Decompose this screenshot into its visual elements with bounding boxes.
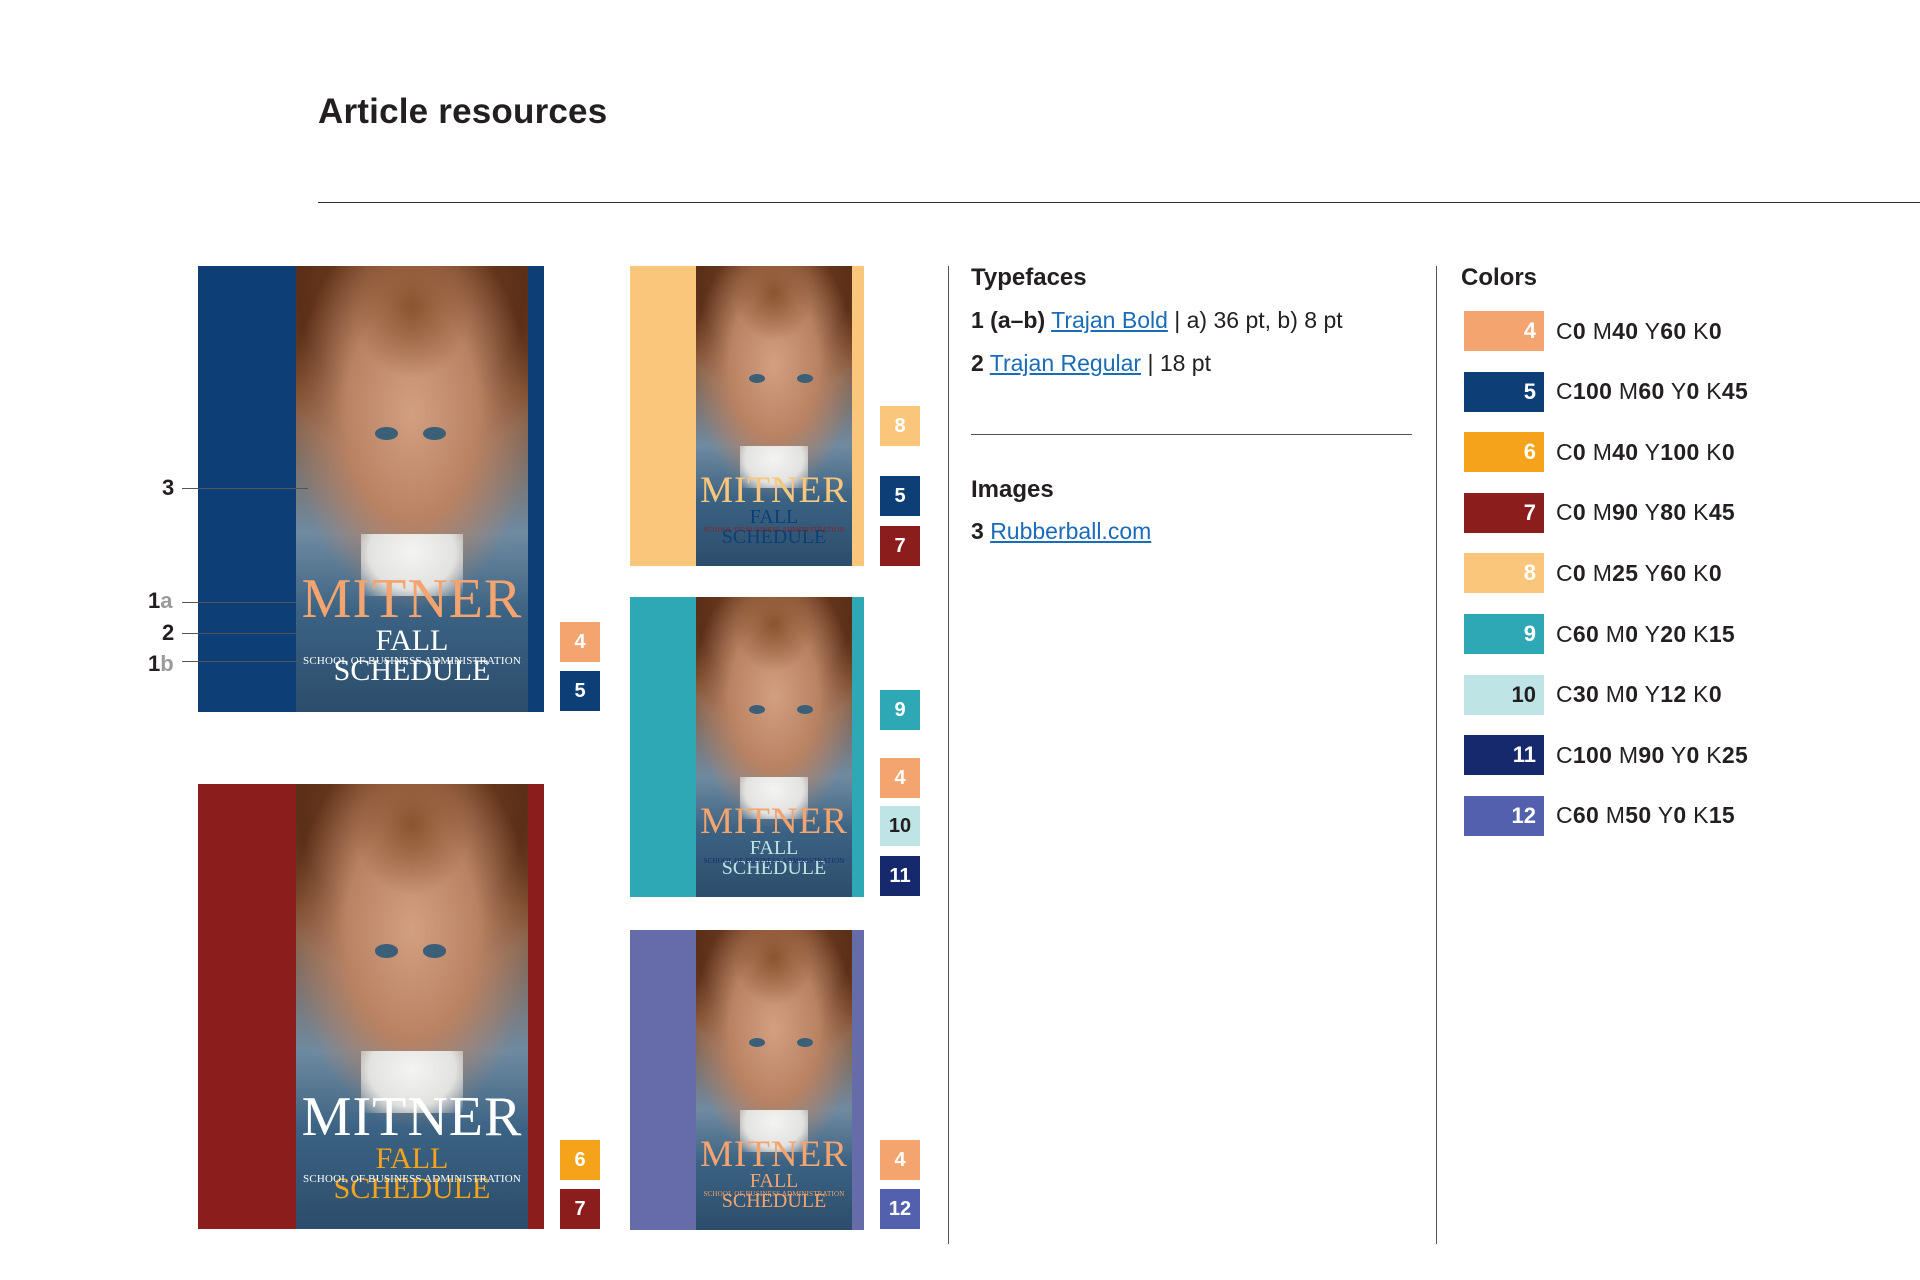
color-row: 6 C0 M40 Y100 K0 <box>1464 432 1735 473</box>
color-swatch-4: 4 <box>560 622 600 662</box>
cmyk-values: C100 M90 Y0 K25 <box>1556 741 1749 768</box>
callout-leader <box>182 602 296 603</box>
cmyk-values: C30 M0 Y12 K0 <box>1556 681 1722 708</box>
callout-1b: 1b <box>148 651 174 676</box>
colors-heading: Colors <box>1461 264 1538 291</box>
color-swatch: 6 <box>1464 432 1544 473</box>
color-swatch-4: 4 <box>880 758 920 798</box>
color-swatch-7: 7 <box>880 526 920 566</box>
column-divider <box>948 266 949 1244</box>
color-swatch-6: 6 <box>560 1140 600 1180</box>
image-credit-item: 3 Rubberball.com <box>971 518 1152 544</box>
color-row: 11 C100 M90 Y0 K25 <box>1464 735 1749 776</box>
cover-small-text: SCHOOL OF BUSINESS ADMINISTRATION <box>303 655 521 667</box>
callout-1a: 1a <box>148 588 173 613</box>
cover-small-text: SCHOOL OF BUSINESS ADMINISTRATION <box>703 526 845 534</box>
cmyk-values: C60 M50 Y0 K15 <box>1556 802 1735 829</box>
callout-2: 2 <box>162 620 175 645</box>
color-row: 4 C0 M40 Y60 K0 <box>1464 311 1722 351</box>
cover-small-text: SCHOOL OF BUSINESS ADMINISTRATION <box>303 1173 521 1185</box>
typeface-item: 1 (a–b) Trajan Bold | a) 36 pt, b) 8 pt <box>971 307 1343 333</box>
color-swatch: 11 <box>1464 735 1544 776</box>
cover-title: MITNER <box>700 1134 848 1175</box>
color-swatch-12: 12 <box>880 1189 920 1229</box>
typefaces-heading: Typefaces <box>971 264 1087 291</box>
cover-title: MITNER <box>301 1086 523 1148</box>
cover-teal: MITNER FALL SCHEDULE SCHOOL OF BUSINESS … <box>630 597 864 897</box>
color-swatch: 4 <box>1464 311 1544 351</box>
color-row: 12 C60 M50 Y0 K15 <box>1464 795 1735 836</box>
color-swatch: 7 <box>1464 492 1544 533</box>
cover-title: MITNER <box>700 470 848 511</box>
color-swatch-5: 5 <box>880 476 920 516</box>
color-swatch-5: 5 <box>560 671 600 711</box>
image-credit-link[interactable]: Rubberball.com <box>990 518 1151 544</box>
cmyk-values: C0 M40 Y60 K0 <box>1556 317 1722 344</box>
cmyk-values: C60 M0 Y20 K15 <box>1556 620 1735 647</box>
color-swatch: 5 <box>1464 371 1544 412</box>
cover-violet: MITNER FALL SCHEDULE SCHOOL OF BUSINESS … <box>630 930 864 1230</box>
section-divider <box>971 434 1412 435</box>
title-divider <box>318 202 1920 203</box>
column-divider <box>1436 266 1437 1244</box>
callout-leader <box>182 633 296 634</box>
cover-small-text: SCHOOL OF BUSINESS ADMINISTRATION <box>703 857 845 865</box>
color-swatch: 10 <box>1464 674 1544 715</box>
page-title: Article resources <box>318 92 608 131</box>
color-row: 8 C0 M25 Y60 K0 <box>1464 553 1722 594</box>
cover-small-text: SCHOOL OF BUSINESS ADMINISTRATION <box>703 1190 845 1198</box>
callout-3: 3 <box>162 475 175 500</box>
color-swatch: 8 <box>1464 553 1544 594</box>
cmyk-values: C100 M60 Y0 K45 <box>1556 378 1749 405</box>
cover-title: MITNER <box>301 568 523 630</box>
cover-red: MITNER FALL SCHEDULE SCHOOL OF BUSINESS … <box>198 784 544 1229</box>
color-row: 10 C30 M0 Y12 K0 <box>1464 674 1722 715</box>
color-row: 9 C60 M0 Y20 K15 <box>1464 614 1735 654</box>
color-swatch: 12 <box>1464 795 1544 836</box>
color-swatch-10: 10 <box>880 806 920 846</box>
cmyk-values: C0 M40 Y100 K0 <box>1556 438 1735 465</box>
color-swatch-8: 8 <box>880 406 920 446</box>
cover-title: MITNER <box>700 801 848 842</box>
color-row: 7 C0 M90 Y80 K45 <box>1464 492 1735 533</box>
color-swatch-7: 7 <box>560 1189 600 1229</box>
color-swatch: 9 <box>1464 614 1544 654</box>
callout-leader <box>182 661 296 662</box>
color-row: 5 C100 M60 Y0 K45 <box>1464 371 1749 412</box>
typeface-link[interactable]: Trajan Bold <box>1051 307 1168 333</box>
color-swatch-9: 9 <box>880 690 920 730</box>
cmyk-values: C0 M25 Y60 K0 <box>1556 559 1722 586</box>
color-swatch-4: 4 <box>880 1140 920 1180</box>
callout-leader <box>182 488 308 489</box>
cmyk-values: C0 M90 Y80 K45 <box>1556 499 1735 526</box>
cover-peach: MITNER FALL SCHEDULE SCHOOL OF BUSINESS … <box>630 266 864 566</box>
typeface-item: 2 Trajan Regular | 18 pt <box>971 350 1211 376</box>
cover-blue: MITNER FALL SCHEDULE SCHOOL OF BUSINESS … <box>198 266 544 712</box>
images-heading: Images <box>971 476 1054 503</box>
color-swatch-11: 11 <box>880 856 920 896</box>
typeface-link[interactable]: Trajan Regular <box>990 350 1141 376</box>
